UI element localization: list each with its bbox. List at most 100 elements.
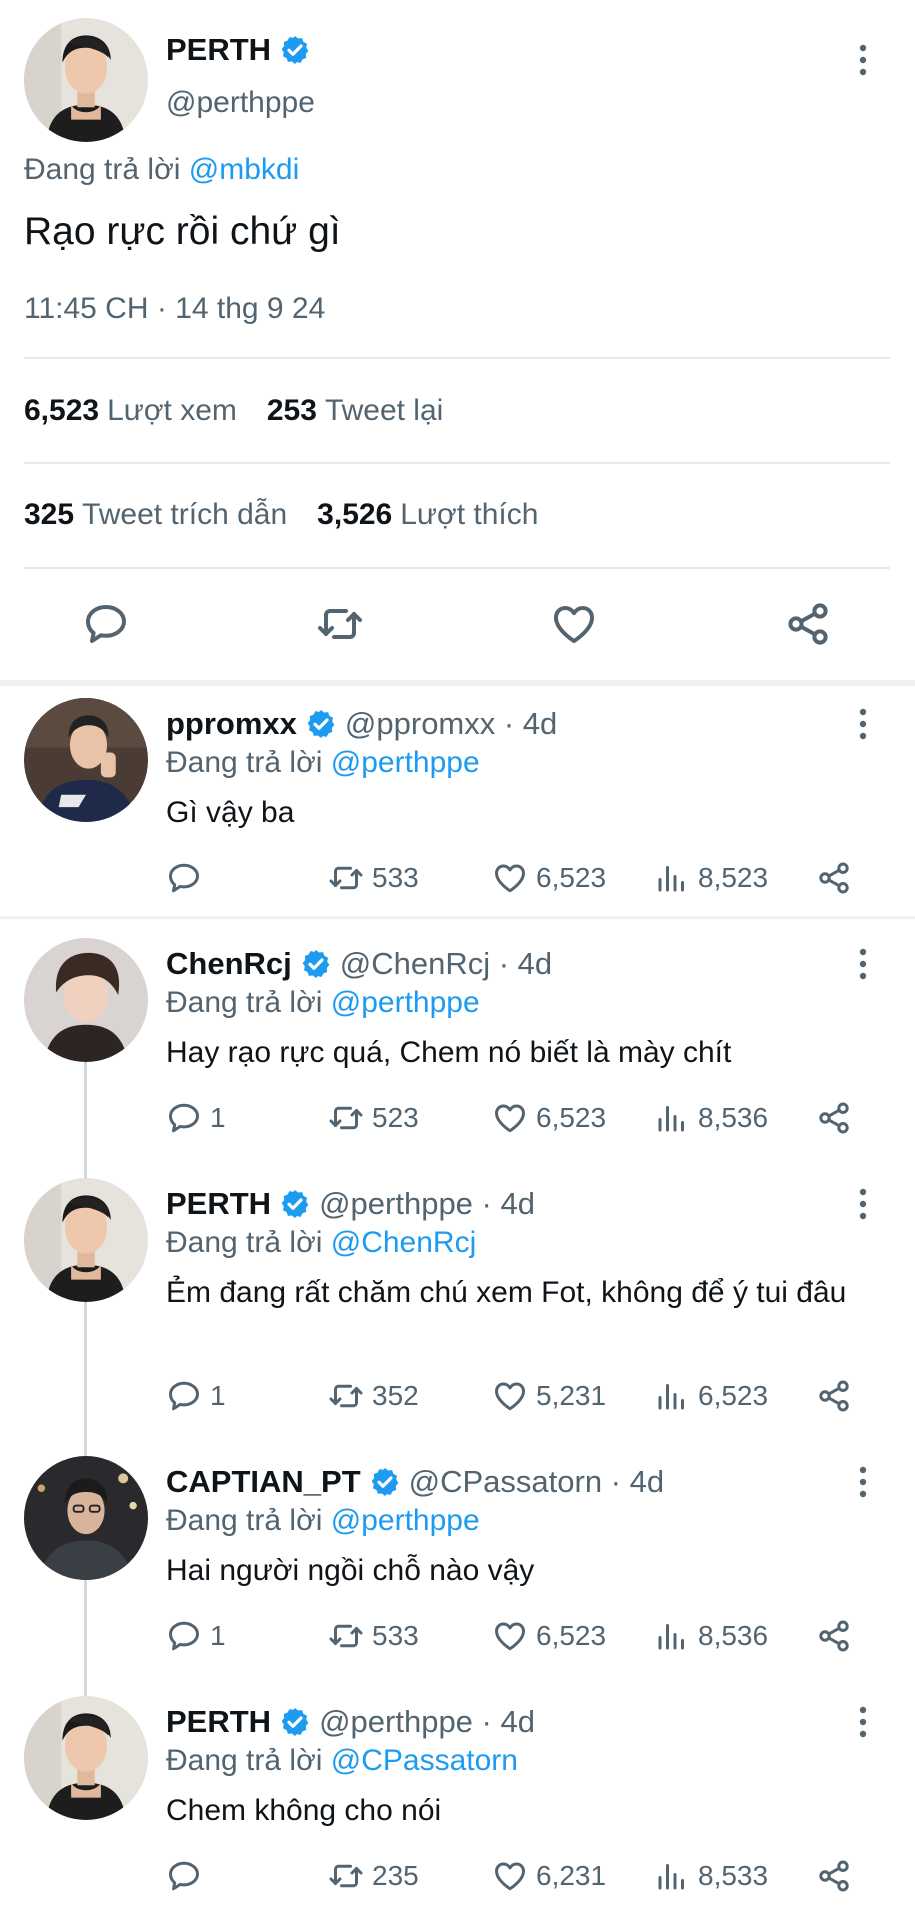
like-button[interactable]: 5,231 (492, 1376, 606, 1416)
reply-actions: 235 6,231 8,533 (166, 1856, 866, 1896)
more-options-icon[interactable] (851, 706, 875, 742)
share-icon (816, 1858, 852, 1894)
like-count: 6,231 (536, 1860, 607, 1891)
views-button[interactable]: 8,536 (654, 1098, 768, 1138)
more-options-icon[interactable] (851, 1186, 875, 1222)
reply-to-mention[interactable]: @perthppe (331, 746, 480, 779)
reply-header: PERTH @perthppe · 4d (166, 1704, 535, 1740)
author-handle[interactable]: @ChenRcj · 4d (340, 946, 552, 982)
author-handle[interactable]: @ppromxx · 4d (345, 706, 557, 742)
divider (24, 357, 890, 359)
view-count: 8,523 (698, 862, 769, 893)
views-button[interactable]: 8,533 (654, 1856, 768, 1896)
verified-badge-icon (300, 948, 332, 980)
avatar[interactable] (24, 1696, 148, 1820)
reply-tweet[interactable]: ChenRcj @ChenRcj · 4d Đang trả lời @pert… (0, 926, 915, 1166)
more-options-icon[interactable] (851, 42, 875, 78)
share-icon (816, 1618, 852, 1654)
avatar[interactable] (24, 18, 148, 142)
reply-tweet[interactable]: ppromxx @ppromxx · 4d Đang trả lời @pert… (0, 686, 915, 916)
stat-views[interactable]: 6,523 Lượt xem (24, 394, 237, 428)
view-count: 8,533 (698, 1860, 769, 1891)
retweet-button[interactable]: 523 (328, 1098, 419, 1138)
reply-to-mention[interactable]: @ChenRcj (331, 1226, 477, 1259)
retweet-button[interactable]: 533 (328, 1616, 419, 1656)
reply-button[interactable]: 1 (166, 1616, 226, 1656)
author-name[interactable]: PERTH (166, 32, 311, 68)
like-button[interactable]: 6,523 (492, 1616, 606, 1656)
view-count: 6,523 (698, 1380, 769, 1411)
replying-to: Đang trả lời @perthppe (166, 1504, 480, 1538)
retweet-button[interactable]: 235 (328, 1856, 419, 1896)
avatar[interactable] (24, 698, 148, 822)
reply-to-mention[interactable]: @perthppe (331, 1504, 480, 1537)
reply-tweet[interactable]: PERTH @perthppe · 4d Đang trả lời @ChenR… (0, 1166, 915, 1444)
like-button[interactable]: 6,231 (492, 1856, 606, 1896)
verified-badge-icon (279, 34, 311, 66)
like-icon (492, 1100, 528, 1136)
retweet-button[interactable]: 533 (328, 858, 419, 898)
views-button[interactable]: 6,523 (654, 1376, 768, 1416)
avatar[interactable] (24, 938, 148, 1062)
reply-header: PERTH @perthppe · 4d (166, 1186, 535, 1222)
like-button[interactable]: 6,523 (492, 858, 606, 898)
share-button[interactable] (816, 858, 852, 898)
share-button[interactable] (816, 1856, 852, 1896)
reply-button[interactable]: 1 (166, 1376, 226, 1416)
view-count: 8,536 (698, 1102, 769, 1133)
views-button[interactable]: 8,523 (654, 858, 768, 898)
retweet-icon[interactable] (316, 600, 364, 648)
divider (24, 462, 890, 464)
author-name[interactable]: PERTH (166, 1704, 271, 1740)
share-icon (816, 860, 852, 896)
like-icon (492, 1378, 528, 1414)
reply-text: Hai người ngồi chỗ nào vậy (166, 1554, 535, 1587)
reply-button[interactable]: 1 (166, 1098, 226, 1138)
reply-button[interactable] (166, 858, 210, 898)
like-button[interactable]: 6,523 (492, 1098, 606, 1138)
reply-header: ChenRcj @ChenRcj · 4d (166, 946, 552, 982)
author-name-text[interactable]: PERTH (166, 32, 271, 68)
views-icon (654, 1100, 690, 1136)
retweet-count: 533 (372, 1620, 419, 1651)
more-options-icon[interactable] (851, 1464, 875, 1500)
avatar[interactable] (24, 1456, 148, 1580)
reply-prefix: Đang trả lời (166, 1226, 323, 1259)
author-name[interactable]: CAPTIAN_PT (166, 1464, 361, 1500)
author-name[interactable]: PERTH (166, 1186, 271, 1222)
reply-tweet[interactable]: PERTH @perthppe · 4d Đang trả lời @CPass… (0, 1684, 915, 1920)
more-options-icon[interactable] (851, 1704, 875, 1740)
reply-prefix: Đang trả lời (166, 1504, 323, 1537)
avatar[interactable] (24, 1178, 148, 1302)
share-button[interactable] (816, 1616, 852, 1656)
like-icon[interactable] (550, 600, 598, 648)
retweet-count: 352 (372, 1380, 419, 1411)
stat-retweets[interactable]: 253 Tweet lại (267, 394, 443, 428)
reply-to-mention[interactable]: @CPassatorn (331, 1744, 518, 1777)
author-name[interactable]: ChenRcj (166, 946, 292, 982)
retweet-button[interactable]: 352 (328, 1376, 419, 1416)
author-handle[interactable]: @perthppe (166, 86, 315, 120)
stat-likes[interactable]: 3,526 Lượt thích (317, 498, 538, 532)
author-handle[interactable]: @perthppe · 4d (319, 1704, 535, 1740)
author-handle[interactable]: @CPassatorn · 4d (409, 1464, 664, 1500)
share-button[interactable] (816, 1098, 852, 1138)
more-options-icon[interactable] (851, 946, 875, 982)
author-name[interactable]: ppromxx (166, 706, 297, 742)
share-button[interactable] (816, 1376, 852, 1416)
author-handle[interactable]: @perthppe · 4d (319, 1186, 535, 1222)
reply-button[interactable] (166, 1856, 210, 1896)
reply-icon (166, 1858, 202, 1894)
replying-to: Đang trả lời @CPassatorn (166, 1744, 518, 1778)
reply-to-mention[interactable]: @perthppe (331, 986, 480, 1019)
views-button[interactable]: 8,536 (654, 1616, 768, 1656)
stat-quotes[interactable]: 325 Tweet trích dẫn (24, 498, 287, 532)
reply-tweet[interactable]: CAPTIAN_PT @CPassatorn · 4d Đang trả lời… (0, 1444, 915, 1684)
reply-to-mention[interactable]: @mbkdi (189, 153, 299, 186)
reply-icon (166, 860, 202, 896)
like-icon (492, 860, 528, 896)
reply-icon[interactable] (82, 600, 130, 648)
retweet-count: 523 (372, 1102, 419, 1133)
stats-row: 325 Tweet trích dẫn 3,526 Lượt thích (24, 498, 538, 532)
share-icon[interactable] (784, 600, 832, 648)
